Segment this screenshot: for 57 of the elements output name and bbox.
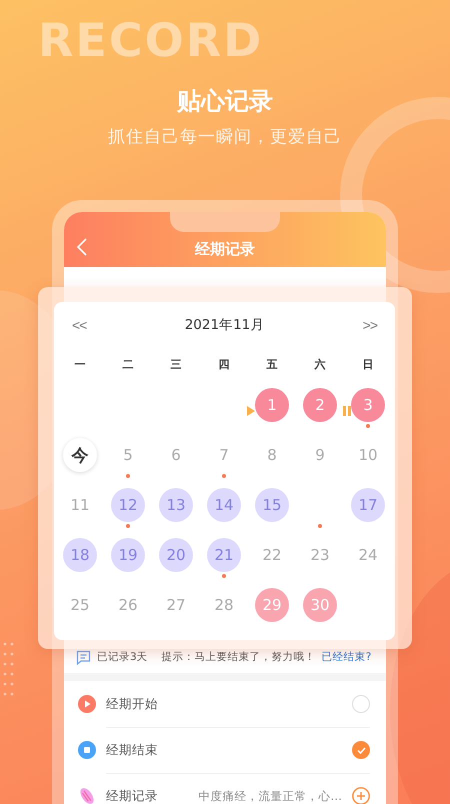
today-button[interactable]: 今 xyxy=(63,438,97,472)
play-icon xyxy=(78,695,96,713)
next-month-button[interactable]: >> xyxy=(362,317,377,333)
weekday-label: 三 xyxy=(170,356,182,372)
period-day[interactable]: 2 xyxy=(303,388,337,422)
weekday-label: 五 xyxy=(266,356,278,372)
pad-icon xyxy=(78,787,96,804)
banner-subtitle: 抓住自己每一瞬间，更爱自己 xyxy=(108,126,342,148)
background-word: RECORD xyxy=(38,14,264,66)
calendar-day[interactable]: 11 xyxy=(63,488,97,522)
banner-title: 贴心记录 xyxy=(177,86,273,116)
calendar-day[interactable]: 10 xyxy=(351,438,385,472)
stop-icon xyxy=(78,741,96,759)
calendar-day[interactable]: 6 xyxy=(159,438,193,472)
back-icon[interactable] xyxy=(76,238,88,256)
calendar-day[interactable]: 24 xyxy=(351,538,385,572)
predicted-day[interactable]: 29 xyxy=(255,588,289,622)
calendar-day[interactable]: 23 xyxy=(303,538,337,572)
weekday-label: 六 xyxy=(313,356,326,372)
fertile-day[interactable]: 21 xyxy=(207,538,241,572)
fertile-day[interactable]: 20 xyxy=(159,538,193,572)
fertile-day[interactable]: 17 xyxy=(351,488,385,522)
calendar-day[interactable]: 22 xyxy=(255,538,289,572)
period-day[interactable]: 3 xyxy=(351,388,385,422)
fertile-day[interactable]: 18 xyxy=(63,538,97,572)
calendar-day[interactable]: 28 xyxy=(207,588,241,622)
item-label: 经期记录 xyxy=(106,788,158,804)
fertile-day[interactable]: 19 xyxy=(111,538,145,572)
fertile-day[interactable]: 12 xyxy=(111,488,145,522)
calendar-day[interactable]: 7 xyxy=(207,438,241,472)
weekday-label: 四 xyxy=(218,356,230,372)
recorded-days: 已记录3天 xyxy=(97,650,148,664)
fertile-day[interactable]: 14 xyxy=(207,488,241,522)
item-value: 中度痛经，流量正常，心… xyxy=(198,788,342,804)
item-label: 经期结束 xyxy=(106,742,158,758)
weekday-label: 日 xyxy=(362,356,374,372)
calendar-day[interactable]: 27 xyxy=(159,588,193,622)
period-day[interactable]: 1 xyxy=(255,388,289,422)
tip-text: 提示：马上要结束了，努力哦！ xyxy=(162,650,316,664)
weekday-label: 一 xyxy=(74,356,86,372)
check-circle[interactable] xyxy=(352,741,370,759)
calendar-day[interactable]: 5 xyxy=(111,438,145,472)
fertile-day[interactable]: 13 xyxy=(159,488,193,522)
prev-month-button[interactable]: << xyxy=(72,317,86,333)
item-label: 经期开始 xyxy=(106,696,158,712)
calendar-day[interactable]: 9 xyxy=(303,438,337,472)
predicted-day[interactable]: 30 xyxy=(303,588,337,622)
month-title: 2021年11月 xyxy=(184,316,266,334)
weekday-label: 二 xyxy=(122,356,134,372)
message-icon xyxy=(76,650,91,664)
finished-link[interactable]: 已经结束? xyxy=(322,650,372,664)
calendar-day[interactable]: 8 xyxy=(255,438,289,472)
fertile-day[interactable]: 15 xyxy=(255,488,289,522)
calendar-day[interactable]: 26 xyxy=(111,588,145,622)
header-title: 经期记录 xyxy=(194,240,256,259)
add-icon[interactable] xyxy=(352,787,370,804)
calendar-day[interactable]: 25 xyxy=(63,588,97,622)
